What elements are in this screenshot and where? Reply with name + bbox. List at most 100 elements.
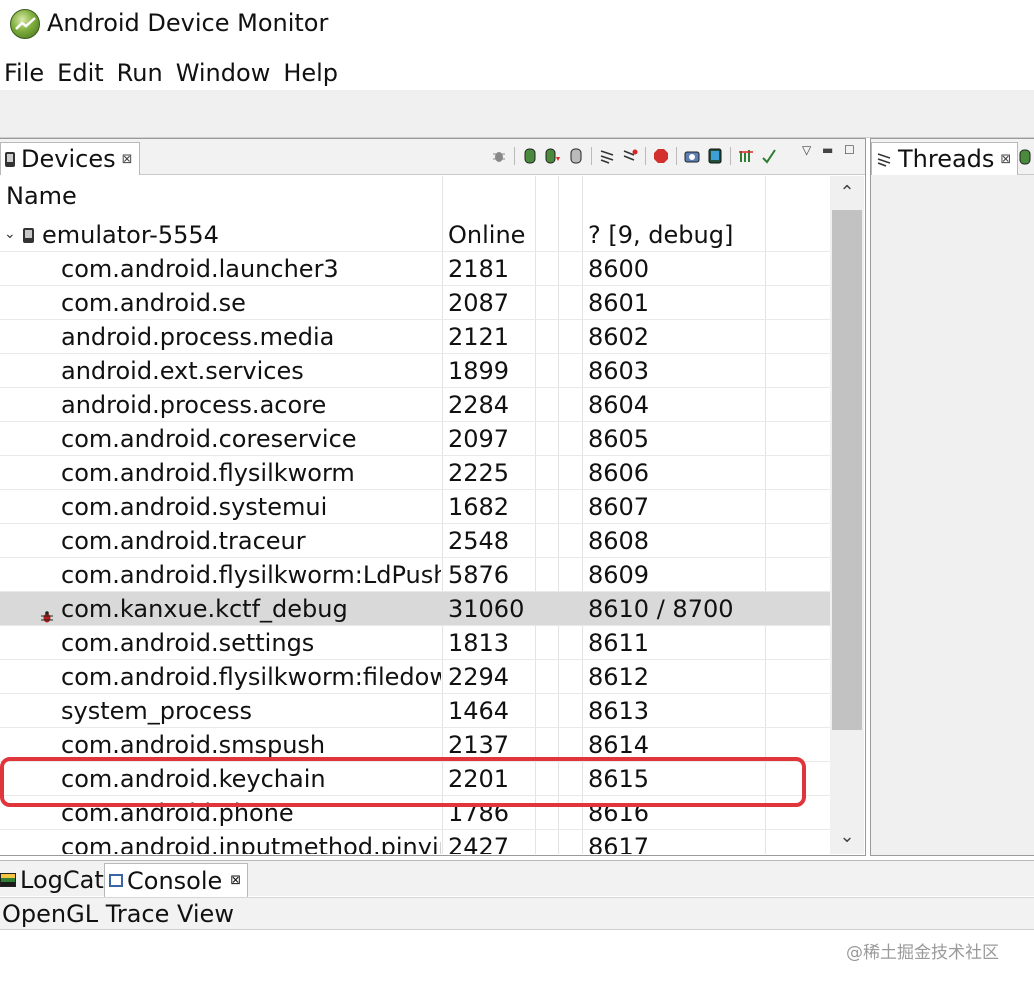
cause-gc-icon[interactable] — [567, 147, 585, 165]
close-icon[interactable]: ⊠ — [230, 873, 241, 888]
process-pid: 2181 — [448, 255, 510, 283]
menu-bar: File Edit Run Window Help — [0, 56, 1034, 90]
process-pid: 2548 — [448, 527, 510, 555]
process-pid: 2225 — [448, 459, 510, 487]
devices-tab-bar: Devices ⊠ ▽ ▬ ☐ — [0, 139, 865, 175]
main-toolbar — [0, 90, 1034, 138]
process-pid: 1786 — [448, 799, 510, 827]
tab-logcat-label: LogCat — [20, 866, 104, 894]
tab-threads[interactable]: Threads ⊠ — [871, 142, 1019, 175]
tab-logcat[interactable]: LogCat — [0, 863, 104, 897]
view-menu-icon[interactable]: ▽ — [802, 143, 811, 157]
tab-devices-label: Devices — [21, 145, 116, 173]
threads-panel: Threads ⊠ — [870, 138, 1034, 856]
menu-file[interactable]: File — [0, 56, 44, 90]
process-row[interactable]: com.android.smspush 2137 8614 — [0, 728, 830, 762]
android-device-monitor-icon — [10, 9, 40, 39]
scroll-down-icon[interactable]: ⌄ — [830, 823, 864, 851]
column-header-name[interactable]: Name — [6, 182, 77, 210]
device-row[interactable]: ⌄ emulator-5554 Online ? [9, debug] — [0, 218, 830, 252]
process-pid: 31060 — [448, 595, 525, 623]
process-row[interactable]: com.android.coreservice 2097 8605 — [0, 422, 830, 456]
chevron-down-icon[interactable]: ⌄ — [4, 226, 16, 242]
start-opengl-trace-icon[interactable] — [760, 147, 778, 165]
process-name: com.android.coreservice — [61, 425, 357, 453]
process-pid: 2294 — [448, 663, 510, 691]
process-name: com.android.smspush — [61, 731, 326, 759]
start-method-profiling-icon[interactable] — [621, 147, 639, 165]
menu-run[interactable]: Run — [113, 56, 163, 90]
capture-systrace-icon[interactable] — [737, 147, 755, 165]
process-name: com.android.traceur — [61, 527, 306, 555]
process-row[interactable]: com.android.flysilkworm:LdPushS 5876 8609 — [0, 558, 830, 592]
process-port: 8607 — [588, 493, 650, 521]
debug-process-icon[interactable] — [490, 147, 508, 165]
bottom-tab-bar: LogCat Console ⊠ — [0, 860, 1034, 897]
menu-window[interactable]: Window — [172, 56, 271, 90]
tab-threads-label: Threads — [898, 145, 995, 173]
process-name: android.process.acore — [61, 391, 327, 419]
screen-capture-icon[interactable] — [683, 147, 701, 165]
devices-panel: Devices ⊠ ▽ ▬ ☐ Name ⌄ emulator-5554 Onl… — [0, 138, 866, 856]
update-heap-icon[interactable] — [521, 147, 539, 165]
close-icon[interactable]: ⊠ — [1000, 152, 1011, 167]
process-row[interactable]: com.android.settings 1813 8611 — [0, 626, 830, 660]
toolbar-separator — [730, 147, 731, 165]
process-row[interactable]: android.process.media 2121 8602 — [0, 320, 830, 354]
process-row[interactable]: com.android.traceur 2548 8608 — [0, 524, 830, 558]
process-row[interactable]: com.android.se 2087 8601 — [0, 286, 830, 320]
process-row[interactable]: com.android.systemui 1682 8607 — [0, 490, 830, 524]
device-icon — [5, 151, 15, 167]
tab-console-label: Console — [127, 866, 223, 895]
process-name: com.android.phone — [61, 799, 294, 827]
process-name: com.android.settings — [61, 629, 315, 657]
threads-icon — [876, 145, 892, 173]
process-name: com.android.systemui — [61, 493, 328, 521]
scrollbar-thumb[interactable] — [832, 210, 862, 730]
update-threads-icon[interactable] — [598, 147, 616, 165]
process-row[interactable]: com.android.inputmethod.pinyin 2427 8617 — [0, 830, 830, 854]
process-pid: 2137 — [448, 731, 510, 759]
vertical-scrollbar[interactable]: ⌃ ⌄ — [830, 176, 864, 854]
tab-devices[interactable]: Devices ⊠ — [0, 142, 140, 175]
process-row[interactable]: com.android.keychain 2201 8615 — [0, 762, 830, 796]
process-port: 8616 — [588, 799, 650, 827]
process-row[interactable]: com.android.flysilkworm:filedown 2294 8612 — [0, 660, 830, 694]
process-name: com.android.se — [61, 289, 246, 317]
tab-console[interactable]: Console ⊠ — [104, 863, 249, 897]
process-row[interactable]: system_process 1464 8613 — [0, 694, 830, 728]
dump-hprof-icon[interactable] — [544, 147, 562, 165]
maximize-icon[interactable]: ☐ — [844, 143, 855, 157]
process-row[interactable]: com.android.flysilkworm 2225 8606 — [0, 456, 830, 490]
process-name: com.android.flysilkworm:filedown — [61, 663, 441, 691]
process-port: 8603 — [588, 357, 650, 385]
heap-tab-icon[interactable] — [1019, 149, 1031, 169]
process-port: 8613 — [588, 697, 650, 725]
close-icon[interactable]: ⊠ — [122, 152, 133, 167]
stop-process-icon[interactable] — [652, 147, 670, 165]
process-name: com.kanxue.kctf_debug — [61, 595, 348, 623]
process-pid: 2097 — [448, 425, 510, 453]
window-title: Android Device Monitor — [47, 9, 329, 37]
process-pid: 2427 — [448, 833, 510, 854]
menu-edit[interactable]: Edit — [53, 56, 103, 90]
opengl-trace-view-tab[interactable]: OpenGL Trace View — [0, 897, 1034, 930]
process-row[interactable]: android.ext.services 1899 8603 — [0, 354, 830, 388]
device-tree: Name ⌄ emulator-5554 Online ? [9, debug]… — [0, 176, 830, 854]
process-port: 8614 — [588, 731, 650, 759]
process-name: android.ext.services — [61, 357, 304, 385]
process-row[interactable]: com.android.phone 1786 8616 — [0, 796, 830, 830]
process-pid: 1682 — [448, 493, 510, 521]
process-row[interactable]: com.android.launcher3 2181 8600 — [0, 252, 830, 286]
toolbar-separator — [591, 147, 592, 165]
process-pid: 2201 — [448, 765, 510, 793]
dump-view-hierarchy-icon[interactable] — [706, 147, 724, 165]
process-port: 8601 — [588, 289, 650, 317]
scroll-up-icon[interactable]: ⌃ — [830, 179, 864, 207]
device-name: emulator-5554 — [42, 221, 219, 249]
watermark: @稀土掘金技术社区 — [846, 943, 999, 963]
minimize-icon[interactable]: ▬ — [822, 143, 833, 157]
menu-help[interactable]: Help — [279, 56, 338, 90]
process-row[interactable]: android.process.acore 2284 8604 — [0, 388, 830, 422]
process-row[interactable]: com.kanxue.kctf_debug 31060 8610 / 8700 — [0, 592, 830, 626]
